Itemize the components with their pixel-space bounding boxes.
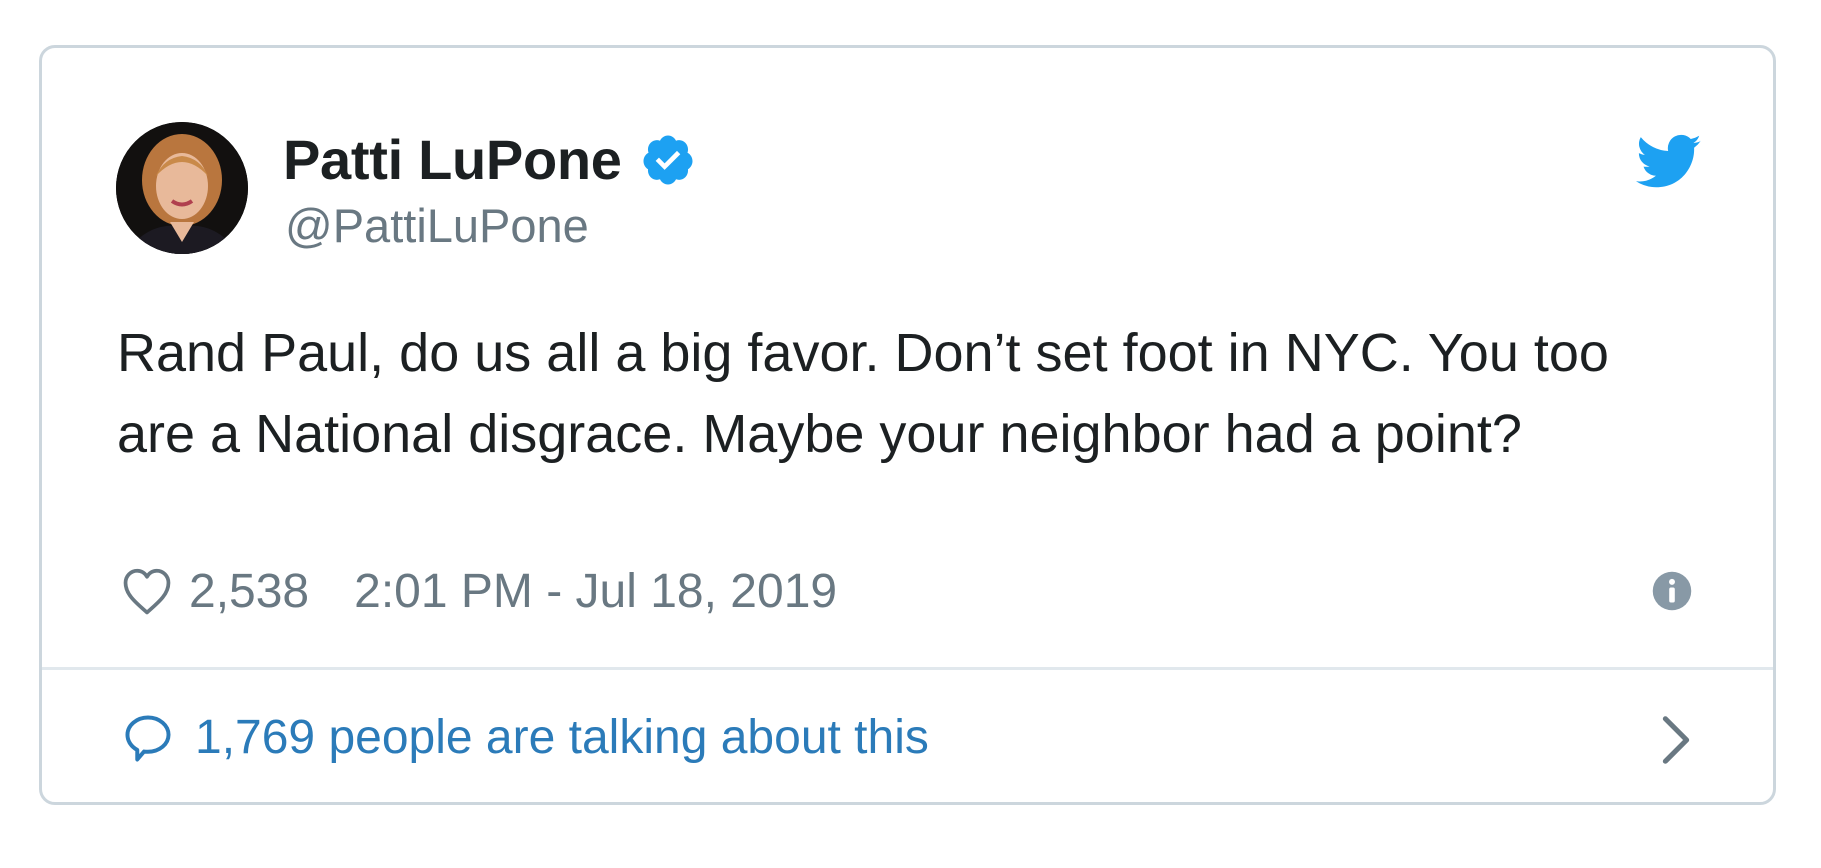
chevron-right-icon[interactable] [1659,714,1693,766]
info-icon[interactable] [1651,570,1693,612]
like-count[interactable]: 2,538 [189,564,309,619]
conversation-count[interactable]: 1,769 people are talking about this [195,706,929,770]
avatar[interactable] [116,122,248,254]
tweet-card[interactable]: Patti LuPone @PattiLuPone Rand Paul, do … [39,45,1776,805]
speech-bubble-icon [125,715,171,762]
tweet-meta: 2,538 2:01 PM - Jul 18, 2019 [119,559,837,623]
author-name[interactable]: Patti LuPone [283,132,622,188]
author-handle[interactable]: @PattiLuPone [285,198,589,254]
twitter-bird-icon[interactable] [1636,133,1702,191]
conversation-link[interactable]: 1,769 people are talking about this [42,670,1773,802]
heart-icon[interactable] [119,563,175,619]
verified-badge-icon [643,135,693,185]
tweet-text: Rand Paul, do us all a big favor. Don’t … [117,323,1624,464]
tweet-timestamp[interactable]: 2:01 PM - Jul 18, 2019 [354,564,837,619]
author-row: Patti LuPone [283,126,696,194]
